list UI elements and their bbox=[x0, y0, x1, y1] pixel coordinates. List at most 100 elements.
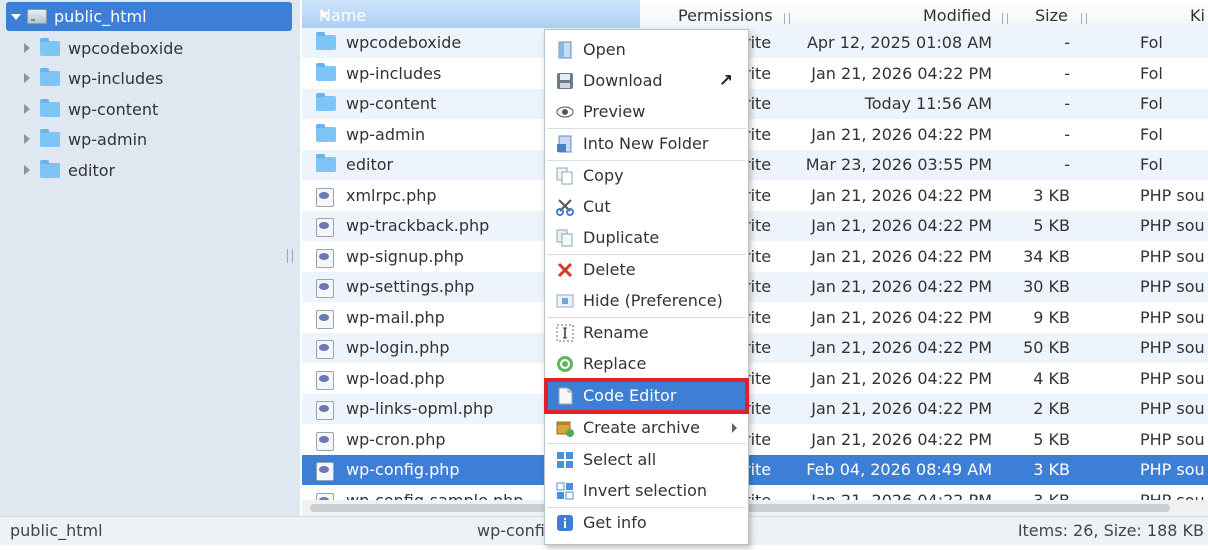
menu-separator bbox=[547, 128, 746, 129]
menu-item-open[interactable]: Open bbox=[548, 36, 745, 64]
scissors-icon bbox=[556, 199, 574, 216]
tree-item-label: wp-content bbox=[68, 99, 159, 119]
file-row[interactable]: wp-content rite Today 11:56 AM - Fol bbox=[302, 89, 1208, 119]
tree-item-label: editor bbox=[68, 160, 116, 180]
menu-item-label: Create archive bbox=[583, 418, 700, 437]
menu-item-replace[interactable]: Replace bbox=[548, 350, 745, 378]
file-kind: PHP sou bbox=[1140, 429, 1205, 449]
file-row[interactable]: wp-load.php rite Jan 21, 2026 04:22 PM 4 KB… bbox=[302, 364, 1208, 394]
column-resize-grip[interactable] bbox=[784, 13, 790, 24]
tree-item-editor[interactable]: editor bbox=[24, 157, 115, 183]
file-kind: PHP sou bbox=[1140, 460, 1205, 479]
sort-arrow-icon[interactable] bbox=[319, 12, 329, 18]
file-name: wp-includes bbox=[346, 63, 442, 83]
file-row[interactable]: wp-settings.php rite Jan 21, 2026 04:22 PM… bbox=[302, 272, 1208, 302]
file-row[interactable]: wp-admin rite Jan 21, 2026 04:22 PM - Fol bbox=[302, 120, 1208, 150]
file-name: wp-signup.php bbox=[346, 246, 464, 266]
folder-icon bbox=[316, 93, 336, 111]
php-file-icon bbox=[316, 462, 334, 481]
php-file-icon bbox=[316, 279, 334, 298]
panel-resize-handle[interactable] bbox=[287, 249, 293, 263]
file-row[interactable]: editor rite Mar 23, 2026 03:55 PM - Fol bbox=[302, 150, 1208, 180]
menu-item-label: Preview bbox=[583, 102, 646, 121]
file-row[interactable]: wp-login.php rite Jan 21, 2026 04:22 PM 50 … bbox=[302, 333, 1208, 363]
file-kind: PHP sou bbox=[1140, 277, 1205, 296]
menu-item-preview[interactable]: Preview bbox=[548, 98, 745, 126]
menu-item-get-info[interactable]: Get info bbox=[548, 509, 745, 537]
php-file-icon bbox=[316, 340, 334, 359]
horizontal-scrollbar[interactable] bbox=[302, 500, 1208, 516]
file-row[interactable]: xmlrpc.php rite Jan 21, 2026 04:22 PM 3 KB P… bbox=[302, 181, 1208, 211]
menu-item-create-archive[interactable]: Create archive bbox=[548, 414, 745, 442]
php-file-icon bbox=[316, 401, 334, 420]
tree-item-wp-includes[interactable]: wp-includes bbox=[24, 65, 163, 91]
expand-arrow-icon[interactable] bbox=[11, 13, 21, 20]
file-size: - bbox=[1064, 94, 1070, 113]
file-row[interactable]: wp-cron.php rite Jan 21, 2026 04:22 PM 5 KB… bbox=[302, 425, 1208, 455]
file-kind: Fol bbox=[1140, 94, 1163, 113]
file-modified: Jan 21, 2026 04:22 PM bbox=[811, 368, 992, 388]
tree-item-wp-content[interactable]: wp-content bbox=[24, 96, 158, 122]
menu-item-download[interactable]: Download ↗ bbox=[548, 67, 745, 95]
column-header-kind[interactable]: Ki bbox=[1190, 6, 1205, 25]
save-disk-icon bbox=[557, 73, 573, 89]
folder-icon bbox=[316, 154, 336, 172]
menu-item-rename[interactable]: Rename bbox=[548, 319, 745, 347]
folder-icon bbox=[40, 67, 60, 86]
tree-item-wpcodeboxide[interactable]: wpcodeboxide bbox=[24, 35, 183, 61]
external-link-icon: ↗ bbox=[718, 71, 733, 91]
file-row[interactable]: wp-trackback.php rite Jan 21, 2026 04:22 P… bbox=[302, 211, 1208, 241]
file-name: wp-mail.php bbox=[346, 307, 445, 327]
file-row[interactable]: wp-mail.php rite Jan 21, 2026 04:22 PM 9 KB… bbox=[302, 303, 1208, 333]
collapsed-arrow-icon[interactable] bbox=[24, 43, 30, 53]
column-header-size[interactable]: Size bbox=[1035, 6, 1068, 25]
menu-item-select-all[interactable]: Select all bbox=[548, 446, 745, 474]
menu-item-label: Get info bbox=[583, 513, 647, 532]
column-header-modified[interactable]: Modified bbox=[923, 6, 991, 25]
collapsed-arrow-icon[interactable] bbox=[24, 104, 30, 114]
menu-item-label: Replace bbox=[583, 354, 647, 373]
menu-item-delete[interactable]: Delete bbox=[548, 256, 745, 284]
php-file-icon bbox=[316, 248, 334, 268]
file-row[interactable]: wpcodeboxide rite Apr 12, 2025 01:08 AM - Fo… bbox=[302, 28, 1208, 58]
collapsed-arrow-icon[interactable] bbox=[24, 165, 30, 175]
file-size: 3 KB bbox=[1033, 460, 1070, 479]
file-row[interactable]: wp-signup.php rite Jan 21, 2026 04:22 PM 34… bbox=[302, 242, 1208, 272]
file-modified: Jan 21, 2026 04:22 PM bbox=[811, 185, 992, 205]
file-name: wp-settings.php bbox=[346, 277, 475, 296]
file-modified: Jan 21, 2026 04:22 PM bbox=[811, 399, 992, 418]
menu-item-cut[interactable]: Cut bbox=[548, 193, 745, 221]
collapsed-arrow-icon[interactable] bbox=[24, 73, 30, 83]
menu-item-duplicate[interactable]: Duplicate bbox=[548, 224, 745, 252]
column-resize-grip[interactable] bbox=[1081, 13, 1087, 24]
tree-root-public-html[interactable]: public_html bbox=[6, 2, 292, 31]
file-row[interactable]: wp-includes rite Jan 21, 2026 04:22 PM - Fol bbox=[302, 59, 1208, 89]
file-size: 2 KB bbox=[1033, 399, 1070, 418]
menu-item-invert-selection[interactable]: Invert selection bbox=[548, 477, 745, 505]
menu-separator bbox=[547, 443, 746, 444]
menu-item-hide[interactable]: Hide (Preference) bbox=[548, 287, 745, 315]
file-name: wp-trackback.php bbox=[346, 216, 490, 235]
php-file-icon bbox=[316, 340, 334, 359]
tree-item-wp-admin[interactable]: wp-admin bbox=[24, 126, 147, 152]
file-row[interactable]: wp-links-opml.php rite Jan 21, 2026 04:22 … bbox=[302, 394, 1208, 424]
file-row[interactable]: wp-config.php rite Feb 04, 2026 08:49 AM 3 … bbox=[302, 455, 1208, 485]
file-kind: PHP sou bbox=[1140, 307, 1205, 327]
menu-separator bbox=[547, 254, 746, 255]
menu-separator bbox=[547, 507, 746, 508]
folder-icon bbox=[316, 62, 336, 81]
column-header-name[interactable]: Name bbox=[302, 0, 640, 30]
column-header-permissions[interactable]: Permissions bbox=[678, 6, 773, 25]
menu-item-copy[interactable]: Copy bbox=[548, 162, 745, 190]
file-name: wp-admin bbox=[346, 124, 426, 144]
column-resize-grip[interactable] bbox=[1002, 13, 1008, 24]
folder-icon bbox=[316, 62, 336, 85]
file-modified: Feb 04, 2026 08:49 AM bbox=[806, 460, 992, 479]
collapsed-arrow-icon[interactable] bbox=[24, 134, 30, 144]
menu-item-code-editor[interactable]: Code Editor bbox=[544, 378, 749, 414]
status-summary: Items: 26, Size: 188 KB bbox=[1017, 521, 1204, 540]
file-size: 30 KB bbox=[1023, 277, 1070, 296]
menu-item-label: Invert selection bbox=[583, 481, 708, 500]
menu-item-into-new-folder[interactable]: Into New Folder bbox=[548, 130, 745, 158]
folder-icon bbox=[40, 98, 60, 117]
